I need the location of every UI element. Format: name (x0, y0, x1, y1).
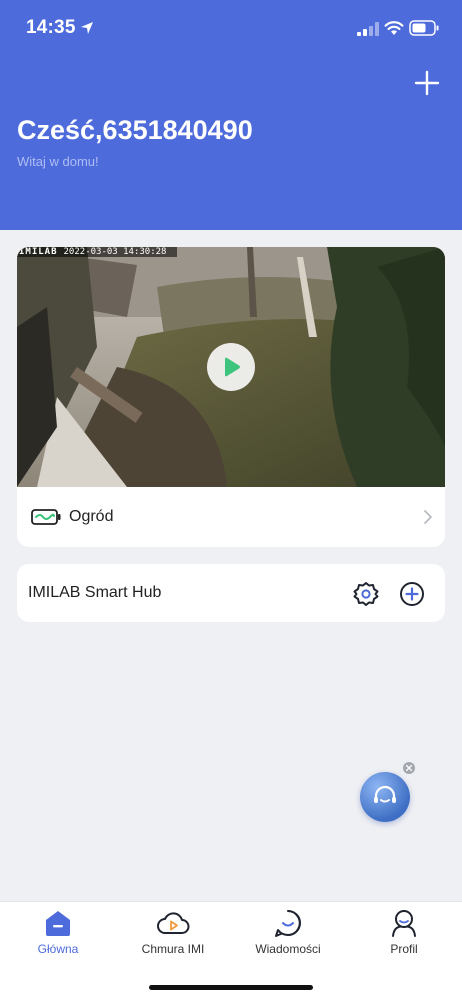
camera-device-row[interactable]: Ogród (17, 487, 445, 547)
camera-preview[interactable]: IMILAB 2022-03-03 14:30:28 (17, 247, 445, 487)
camera-timestamp-overlay: IMILAB 2022-03-03 14:30:28 (17, 247, 177, 257)
greeting-title: Cześć,6351840490 (17, 115, 253, 145)
tab-messages-label: Wiadomości (255, 942, 321, 956)
tab-profile[interactable]: Profil (354, 908, 454, 964)
tab-home[interactable]: Główna (8, 908, 108, 964)
play-button[interactable] (207, 343, 255, 391)
header: 14:35 Cześć,6351840490 Witaj w domu! (0, 0, 462, 230)
home-icon (46, 911, 70, 936)
tab-cloud[interactable]: Chmura IMI (123, 908, 223, 964)
wifi-icon (384, 21, 404, 35)
greeting-subtitle: Witaj w domu! (17, 154, 99, 169)
add-device-button[interactable] (412, 68, 442, 98)
tab-home-label: Główna (37, 942, 79, 956)
camera-name: Ogród (69, 508, 114, 525)
tab-profile-label: Profil (390, 942, 418, 956)
cellular-signal-icon (357, 22, 379, 36)
home-indicator (149, 985, 313, 990)
add-circle-icon[interactable] (399, 581, 425, 607)
status-bar: 14:35 (0, 0, 462, 60)
camera-timestamp: 2022-03-03 14:30:28 (63, 247, 167, 257)
chevron-right-icon (424, 510, 432, 524)
headset-icon (374, 785, 396, 803)
camera-brand: IMILAB (19, 247, 58, 257)
tab-messages[interactable]: Wiadomości (238, 908, 338, 964)
message-icon (275, 910, 301, 937)
play-icon (225, 357, 240, 377)
battery-status-icon (409, 20, 439, 36)
status-time: 14:35 (26, 17, 76, 38)
profile-icon (392, 910, 416, 937)
close-icon (406, 765, 412, 771)
close-support-button[interactable] (403, 762, 415, 774)
battery-icon (31, 509, 61, 525)
hub-card[interactable]: IMILAB Smart Hub (17, 564, 445, 622)
customer-support-button[interactable] (360, 772, 410, 822)
tab-cloud-label: Chmura IMI (141, 942, 205, 956)
gear-icon[interactable] (353, 581, 379, 607)
location-arrow-icon (81, 22, 93, 34)
cloud-icon (157, 912, 190, 934)
hub-name: IMILAB Smart Hub (28, 584, 162, 601)
camera-card: IMILAB 2022-03-03 14:30:28 Ogród (17, 247, 445, 547)
